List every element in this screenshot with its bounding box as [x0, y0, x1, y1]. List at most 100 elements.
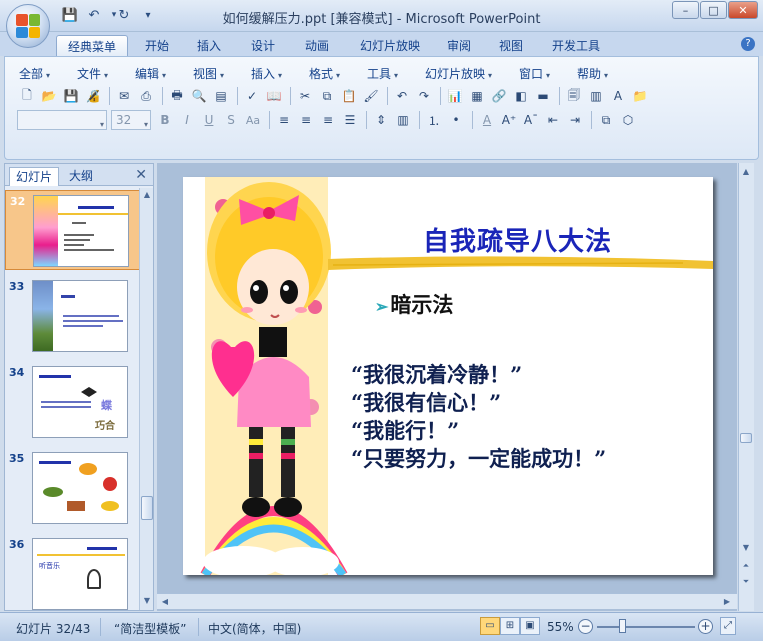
color-grayscale-icon[interactable]: ◧ — [511, 86, 531, 106]
slide-bullet[interactable]: ➢暗示法 — [375, 289, 453, 319]
thumbnail-scrollbar[interactable]: ▲ ▼ — [139, 188, 153, 610]
undo-icon[interactable]: ↶ — [392, 86, 412, 106]
thumbnail-slide-36[interactable]: 36 听音乐 — [5, 534, 141, 610]
align-left-icon[interactable]: ≡ — [274, 110, 294, 130]
scroll-down-icon[interactable]: ▼ — [141, 594, 153, 608]
close-button[interactable]: ✕ — [728, 1, 758, 19]
thumbnail-slide-35[interactable]: 35 — [5, 448, 141, 528]
cut-icon[interactable]: ✂ — [295, 86, 315, 106]
expand-icon[interactable]: ▬ — [533, 86, 553, 106]
previous-slide-icon[interactable]: ⏶ — [740, 559, 752, 573]
scroll-left-icon[interactable]: ◀ — [159, 595, 171, 609]
zoom-level[interactable]: 55% — [547, 620, 574, 634]
maximize-button[interactable]: □ — [700, 1, 727, 19]
print-preview-icon[interactable]: 🔍 — [189, 86, 209, 106]
quote-line-4[interactable]: “只要努力，一定能成功！” — [351, 443, 606, 473]
next-slide-icon[interactable]: ⏷ — [740, 575, 752, 589]
thumbnail-slide-33[interactable]: 33 — [5, 276, 141, 356]
bullet-list-icon[interactable]: • — [446, 110, 466, 130]
quote-line-2[interactable]: “我很有信心！” — [351, 387, 501, 417]
spelling-icon[interactable]: ✓ — [242, 86, 262, 106]
insert-chart-icon[interactable]: 📊 — [445, 86, 465, 106]
format-painter-icon[interactable]: 🖌 — [361, 86, 381, 106]
menu-window[interactable]: 窗口 ▾ — [519, 65, 550, 82]
zoom-in-icon[interactable]: + — [698, 619, 713, 634]
menu-insert[interactable]: 插入 ▾ — [251, 65, 282, 82]
save-icon[interactable]: 💾 — [61, 86, 81, 106]
thumbnail-slide-34[interactable]: 34 蝶 巧合 — [5, 362, 141, 442]
align-center-icon[interactable]: ≡ — [296, 110, 316, 130]
quote-line-3[interactable]: “我能行！” — [351, 415, 459, 445]
print-icon[interactable]: 🖶 — [167, 86, 187, 106]
menu-format[interactable]: 格式 ▾ — [309, 65, 340, 82]
shapes-icon[interactable]: ⬡ — [618, 110, 638, 130]
decrease-indent-icon[interactable]: ⇤ — [543, 110, 563, 130]
normal-view-button[interactable]: ▭ — [480, 617, 500, 635]
new-slide-icon[interactable]: 🗐 — [564, 86, 584, 106]
slide-title[interactable]: 自我疏导八大法 — [423, 221, 683, 258]
publish-icon[interactable]: ⎙ — [136, 86, 156, 106]
scroll-right-icon[interactable]: ▶ — [721, 595, 733, 609]
text-box-icon[interactable]: A — [608, 86, 628, 106]
menu-tools[interactable]: 工具 ▾ — [367, 65, 398, 82]
tab-home[interactable]: 开始 — [136, 35, 178, 56]
template-name[interactable]: “简洁型模板” — [114, 620, 186, 637]
permission-icon[interactable]: 🔏 — [83, 86, 103, 106]
insert-table-icon[interactable]: ▦ — [467, 86, 487, 106]
help-icon[interactable]: ? — [741, 37, 755, 51]
office-button[interactable] — [6, 4, 50, 48]
tab-animation[interactable]: 动画 — [296, 35, 338, 56]
minimize-button[interactable]: – — [672, 1, 699, 19]
scroll-up-icon[interactable]: ▲ — [740, 165, 752, 179]
fit-to-window-icon[interactable]: ⤢ — [720, 617, 736, 635]
menu-view[interactable]: 视图 ▾ — [193, 65, 224, 82]
tab-review[interactable]: 审阅 — [438, 35, 480, 56]
columns-icon[interactable]: ▥ — [393, 110, 413, 130]
quote-line-1[interactable]: “我很沉着冷静！” — [351, 359, 522, 389]
scroll-up-icon[interactable]: ▲ — [141, 188, 153, 202]
redo-icon[interactable]: ↷ — [414, 86, 434, 106]
strikethrough-button[interactable]: S — [221, 110, 241, 130]
tab-slides[interactable]: 幻灯片 — [9, 167, 60, 186]
horizontal-scrollbar[interactable]: ◀ ▶ — [157, 593, 737, 609]
decrease-font-icon[interactable]: Aˉ — [521, 110, 541, 130]
tab-classic-menu[interactable]: 经典菜单 — [56, 35, 128, 56]
menu-edit[interactable]: 编辑 ▾ — [135, 65, 166, 82]
slide-canvas[interactable]: 自我疏导八大法 ➢暗示法 “我很沉着冷静！” “我很有信心！” “我能行！” “… — [183, 177, 713, 575]
numbered-list-icon[interactable]: ⒈ — [424, 110, 444, 130]
tab-developer[interactable]: 开发工具 — [544, 35, 608, 56]
font-name-combo[interactable]: ▾ — [17, 110, 107, 130]
justify-icon[interactable]: ☰ — [340, 110, 360, 130]
insert-hyperlink-icon[interactable]: 🔗 — [489, 86, 509, 106]
new-document-icon[interactable]: 🗋 — [17, 86, 37, 106]
tab-insert[interactable]: 插入 — [188, 35, 230, 56]
research-icon[interactable]: ▤ — [211, 86, 231, 106]
menu-slideshow[interactable]: 幻灯片放映 ▾ — [425, 65, 492, 82]
italic-button[interactable]: I — [177, 110, 197, 130]
slide-sorter-view-button[interactable]: ⊞ — [500, 617, 520, 635]
font-size-combo[interactable]: 32 ▾ — [111, 110, 151, 130]
zoom-slider-track[interactable] — [597, 626, 695, 628]
align-right-icon[interactable]: ≡ — [318, 110, 338, 130]
increase-font-icon[interactable]: A⁺ — [499, 110, 519, 130]
research-book-icon[interactable]: 📖 — [264, 86, 284, 106]
scroll-down-icon[interactable]: ▼ — [740, 541, 752, 555]
thumbnail-slide-32[interactable]: 32 — [5, 190, 141, 270]
font-color-button[interactable]: A — [477, 110, 497, 130]
tab-design[interactable]: 设计 — [242, 35, 284, 56]
zoom-out-icon[interactable]: − — [578, 619, 593, 634]
slideshow-view-button[interactable]: ▣ — [520, 617, 540, 635]
slide-vertical-scrollbar[interactable]: ▲ ▼ ⏶ ⏷ — [738, 163, 754, 611]
tab-view[interactable]: 视图 — [490, 35, 532, 56]
scrollbar-thumb[interactable] — [141, 496, 153, 520]
arrange-icon[interactable]: ⧉ — [596, 110, 616, 130]
text-shadow-button[interactable]: Aa — [243, 110, 263, 130]
bold-button[interactable]: B — [155, 110, 175, 130]
close-icon[interactable]: ✕ — [135, 167, 147, 183]
increase-indent-icon[interactable]: ⇥ — [565, 110, 585, 130]
scrollbar-thumb[interactable] — [740, 433, 752, 443]
zoom-slider-thumb[interactable] — [618, 619, 626, 633]
menu-help[interactable]: 帮助 ▾ — [577, 65, 608, 82]
menu-file[interactable]: 文件 ▾ — [77, 65, 108, 82]
copy-icon[interactable]: ⧉ — [317, 86, 337, 106]
